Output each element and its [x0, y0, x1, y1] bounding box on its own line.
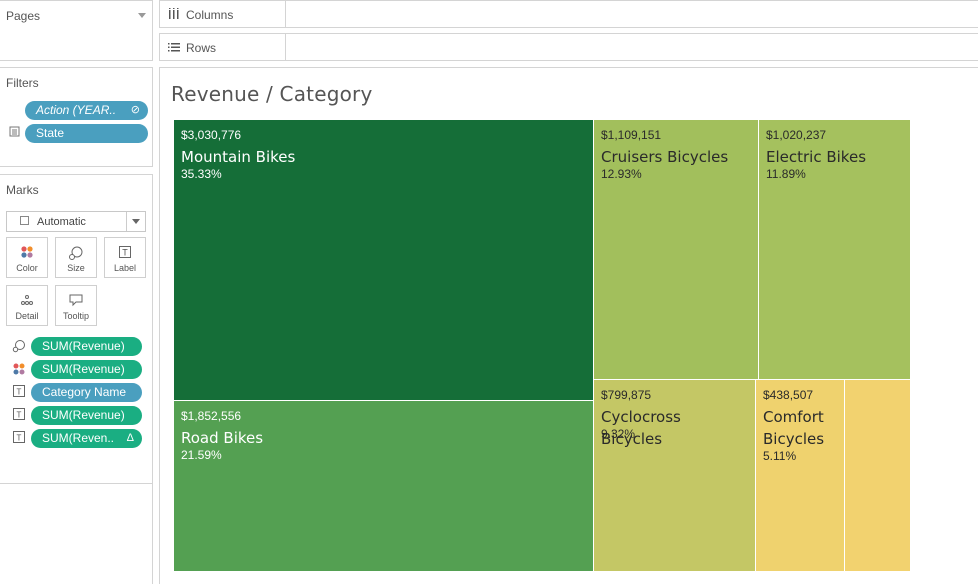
- tile-name: Electric Bikes: [766, 148, 867, 166]
- marks-detail-label: Detail: [15, 311, 39, 321]
- database-icon: [7, 126, 21, 140]
- marks-pill-label: SUM(Revenue): [42, 362, 125, 376]
- tile-percent: 5.11%: [763, 449, 797, 463]
- size-circles-icon: [56, 245, 96, 261]
- marks-label-button[interactable]: T Label: [104, 237, 146, 278]
- marks-pill-size-revenue[interactable]: SUM(Revenue): [31, 337, 142, 356]
- rows-shelf[interactable]: Rows: [159, 33, 978, 61]
- tile-value: $799,875: [601, 388, 652, 402]
- tile-name: Road Bikes: [181, 429, 264, 447]
- treemap-tile-road-bikes[interactable]: $1,852,556 Road Bikes 21.59%: [174, 401, 594, 572]
- marks-pill-label: SUM(Reven..: [42, 431, 115, 445]
- svg-text:T: T: [17, 388, 22, 397]
- svg-text:T: T: [122, 248, 128, 258]
- svg-text:T: T: [17, 411, 22, 420]
- columns-shelf[interactable]: Columns: [159, 0, 978, 28]
- left-panel-background: [0, 484, 153, 584]
- text-icon: T: [12, 431, 26, 445]
- marks-card: Marks Automatic Color Size T Label Detai…: [0, 174, 153, 484]
- tile-percent: 21.59%: [181, 448, 222, 462]
- size-icon: [12, 339, 26, 353]
- treemap-tile-cyclocross-bicycles[interactable]: $799,875 Cyclocross Bicycles 9.32%: [594, 380, 756, 572]
- marks-color-label: Color: [16, 263, 38, 273]
- tile-value: $1,020,237: [766, 128, 827, 142]
- mark-type-label: Automatic: [37, 216, 86, 228]
- text-label-icon: T: [105, 245, 145, 261]
- filter-pill-action-year[interactable]: Action (YEAR.. ⊘: [25, 101, 148, 120]
- marks-color-button[interactable]: Color: [6, 237, 48, 278]
- treemap-tile-electric-bikes[interactable]: $1,020,237 Electric Bikes 11.89%: [759, 120, 910, 380]
- marks-detail-button[interactable]: Detail: [6, 285, 48, 326]
- marks-pill-label-revenue-percent[interactable]: SUM(Reven.. Δ: [31, 429, 142, 448]
- columns-icon: [167, 7, 181, 21]
- tile-name: Mountain Bikes: [181, 148, 296, 166]
- tile-value: $1,109,151: [601, 128, 662, 142]
- rows-shelf-label: Rows: [186, 41, 217, 55]
- tile-value: $3,030,776: [181, 128, 242, 142]
- color-dots-icon: [7, 245, 47, 261]
- pages-card-title: Pages: [6, 9, 41, 23]
- marks-pill-label-category-name[interactable]: Category Name: [31, 383, 142, 402]
- marks-pill-color-revenue[interactable]: SUM(Revenue): [31, 360, 142, 379]
- columns-shelf-label: Columns: [186, 8, 234, 22]
- link-icon: ⊘: [130, 104, 140, 116]
- mark-type-separator: [126, 212, 127, 231]
- worksheet-view: Revenue / Category $3,030,776 Mountain B…: [159, 67, 978, 584]
- text-icon: T: [12, 385, 26, 399]
- marks-card-title: Marks: [6, 183, 39, 197]
- marks-size-label: Size: [67, 263, 85, 273]
- rows-icon: [167, 40, 181, 54]
- tile-value: $1,852,556: [181, 409, 242, 423]
- marks-pill-label-revenue[interactable]: SUM(Revenue): [31, 406, 142, 425]
- mark-type-dropdown[interactable]: Automatic: [6, 211, 146, 232]
- filters-card-title: Filters: [6, 76, 39, 90]
- columns-shelf-separator: [285, 1, 286, 27]
- marks-pill-label: SUM(Revenue): [42, 408, 125, 422]
- marks-tooltip-button[interactable]: Tooltip: [55, 285, 97, 326]
- chevron-down-icon: [132, 219, 140, 224]
- svg-text:T: T: [17, 434, 22, 443]
- treemap-tile-unlabeled[interactable]: [845, 380, 910, 572]
- marks-pill-label: SUM(Revenue): [42, 339, 125, 353]
- marks-pill-label: Category Name: [42, 385, 127, 399]
- tile-name: Cruisers Bicycles: [601, 148, 729, 166]
- pages-card: Pages: [0, 0, 153, 61]
- tile-value: $438,507: [763, 388, 814, 402]
- speech-bubble-icon: [56, 293, 96, 309]
- treemap-tile-mountain-bikes[interactable]: $3,030,776 Mountain Bikes 35.33%: [174, 120, 594, 401]
- pages-menu-arrow-icon[interactable]: [138, 13, 146, 18]
- marks-tooltip-label: Tooltip: [62, 311, 89, 321]
- tile-percent: 9.32%: [601, 427, 636, 441]
- color-icon: [12, 362, 26, 376]
- filter-pill-state[interactable]: State: [25, 124, 148, 143]
- rows-shelf-separator: [285, 34, 286, 60]
- filter-pill-label: Action (YEAR..: [36, 103, 117, 117]
- delta-icon: Δ: [126, 432, 134, 444]
- filter-pill-label: State: [36, 126, 65, 140]
- text-icon: T: [12, 408, 26, 422]
- marks-label-label: Label: [113, 263, 137, 273]
- filters-card: Filters Action (YEAR.. ⊘ State: [0, 67, 153, 167]
- detail-dots-icon: [7, 293, 47, 309]
- tile-name: Comfort Bicycles: [763, 408, 825, 448]
- tile-percent: 35.33%: [181, 167, 222, 181]
- tile-percent: 12.93%: [601, 167, 642, 181]
- sheet-title: Revenue / Category: [171, 82, 373, 106]
- treemap-tile-comfort-bicycles[interactable]: $438,507 Comfort Bicycles 5.11%: [756, 380, 845, 572]
- marks-size-button[interactable]: Size: [55, 237, 97, 278]
- treemap-tile-cruisers-bicycles[interactable]: $1,109,151 Cruisers Bicycles 12.93%: [594, 120, 759, 380]
- mark-type-square-icon: [20, 216, 29, 225]
- tile-percent: 11.89%: [766, 167, 806, 181]
